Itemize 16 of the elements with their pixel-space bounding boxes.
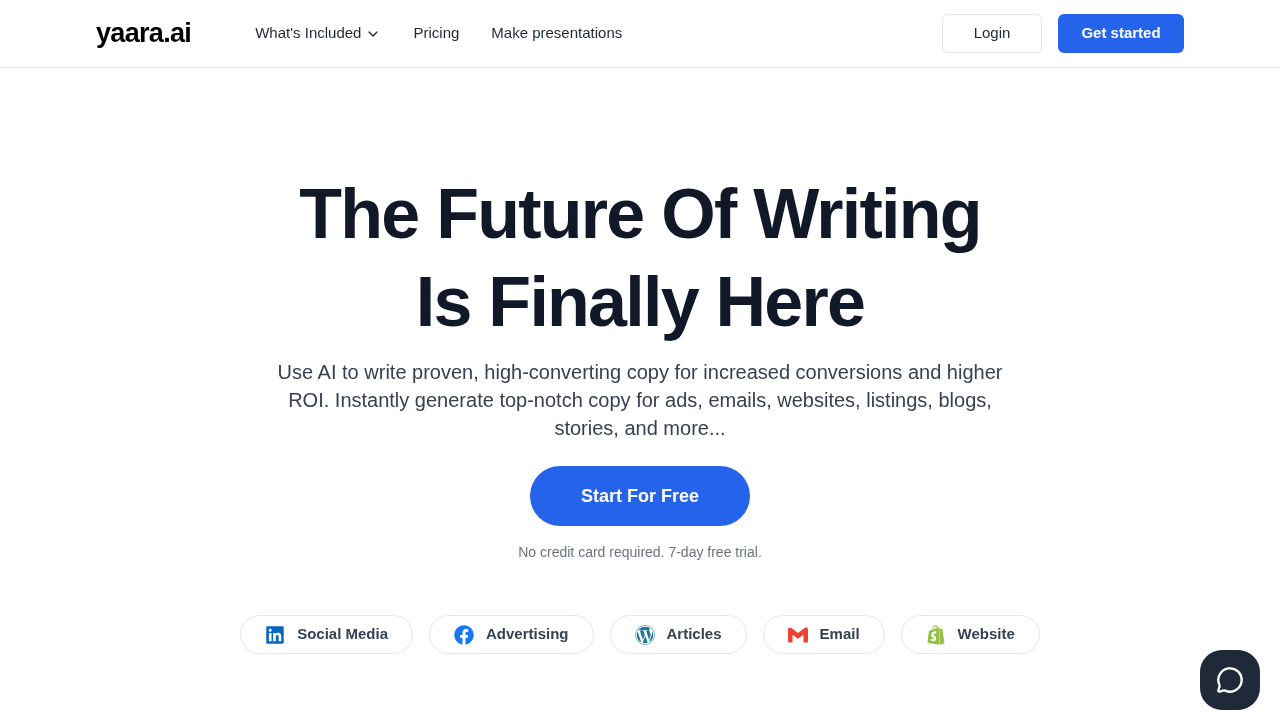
login-button[interactable]: Login — [942, 14, 1042, 53]
start-button[interactable]: Start For Free — [530, 466, 750, 526]
chat-button[interactable] — [1200, 650, 1260, 710]
trial-note: No credit card required. 7-day free trial. — [518, 543, 762, 562]
nav-link[interactable]: What's Included — [255, 22, 382, 45]
hero-title: The Future Of Writing Is Finally Here — [299, 174, 981, 343]
facebook-icon — [454, 624, 474, 645]
nav-link[interactable]: Make presentations — [491, 22, 623, 45]
shopify-icon — [925, 624, 946, 645]
get-started-button[interactable]: Get started — [1058, 14, 1184, 53]
hero-subtitle: Use AI to write proven, high-converting copy for increased conversions and higher ROI. Instantly generate top-notch copy for ads, emails, websites, listings, blogs, stories, and more... — [276, 360, 1004, 441]
wordpress-icon — [634, 624, 655, 645]
linkedin-icon — [265, 624, 286, 645]
logo[interactable]: yaara.ai — [96, 13, 192, 54]
nav-link[interactable]: Pricing — [413, 22, 460, 45]
chat-icon — [1216, 666, 1244, 694]
